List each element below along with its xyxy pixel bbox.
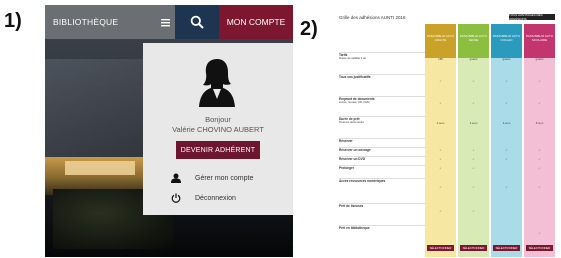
grid-cell: ✓ [505,79,508,84]
grid-cell [491,165,522,172]
mobile-site-panel: BIBLIOTHÈQUE MON COMPTE Bonjour Valérie … [45,5,293,257]
account-dropdown: Bonjour Valérie CHOVINO AUBERT DEVENIR A… [143,43,293,215]
grid-cell: ✓ [538,165,541,170]
grid-row-label: Durée de prêt Tous les documents [339,116,425,125]
grid-cell: gratuit [502,57,511,62]
grid-cell: ✓ [472,101,475,106]
membership-column: PASS BIBLIO ACTU SCOLAIRE gratuit ✓ ✓ 8 sem ✓… [524,24,555,257]
search-icon[interactable] [175,5,219,39]
grid-row-sublabel: Tous les documents [339,120,364,125]
grid-row-label: Accès ressources numériques [339,178,425,183]
select-membership-button[interactable]: SÉLECTIONNER [427,245,454,251]
grid-row-label-text: Accès ressources numériques [339,179,386,183]
grid-cell: ✓ [439,165,442,170]
grid-cell [458,225,489,243]
membership-column: PASS BIBLIO ACTU ADULTE 15€ ✓ ✓ 4 sem ✓ ✓ ✓ ✓ ✓ SÉ… [425,24,456,257]
all-benefits-button[interactable]: TOUS AVANTAGES DES ADHÉSIONS [509,13,555,21]
grid-cell: ✓ [472,209,475,214]
grid-cell [458,138,489,145]
grid-cell: ✓ [439,79,442,84]
step-label-1: 1) [4,10,22,32]
grid-cell: ✓ [439,209,442,214]
grid-cell [491,225,522,243]
user-silhouette-icon [197,55,237,107]
logout-link[interactable]: Déconnexion [171,191,236,205]
grid-row-label: Prêt en bibliothèque [339,225,425,230]
grid-cell: ✓ [439,101,442,106]
membership-column: PASS BIBLIO ACTU COLLEC gratuit ✓ ✓ 6 sem ✓ ✓ ✓… [491,24,522,257]
grid-cell: gratuit [469,57,478,62]
grid-row-label: Réserver [339,138,425,143]
select-membership-button[interactable]: SÉLECTIONNER [460,245,487,251]
grid-cell: ✓ [505,156,508,161]
grid-cell [524,203,555,221]
logout-label: Déconnexion [195,194,236,202]
grid-row-label: Prêt de liseuses [339,203,425,208]
grid-row-label: Tarifs Durée de validité 1 an [339,52,425,61]
grid-row-sublabel: Livres, revues, CD, DVD [339,100,370,105]
grid-row-label-text: Réserver un DVD [339,157,366,161]
grid-row-label-text: Prêt de liseuses [339,204,364,208]
grid-cell: ✓ [505,147,508,152]
top-navigation-bar: BIBLIOTHÈQUE MON COMPTE [45,5,293,39]
grid-cell: ✓ [472,156,475,161]
grid-cell [425,138,456,145]
step-label-2: 2) [300,18,318,40]
grid-cell: ✓ [538,185,541,190]
screenshot-canvas: 1) 2) BIBLIOTHÈQUE MON COMPTE Bonjour Va… [0,0,561,258]
grid-cell [425,225,456,243]
grid-cell [491,203,522,221]
grid-row-label: Réserver un DVD [339,156,425,161]
grid-cell: ✓ [472,147,475,152]
grid-cell: 15€ [438,57,443,62]
grid-cell: 4 sem [469,121,478,126]
grid-cell: ✓ [538,147,541,152]
grid-row-label: Tous vos justificatifs [339,74,425,79]
grid-cell [524,138,555,145]
grid-cell: ✓ [505,101,508,106]
my-account-button[interactable]: MON COMPTE [219,5,293,39]
grid-cell: 6 sem [502,121,511,126]
grid-cell: ✓ [538,79,541,84]
grid-row-label-text: Prolonger [339,166,355,170]
grid-row-label: Emprunt de documents Livres, revues, CD, … [339,96,425,105]
manage-account-label: Gérer mon compte [195,174,254,182]
grid-row-label-text: Réserver [339,139,353,143]
greeting-block: Bonjour Valérie CHOVINO AUBERT [143,115,293,135]
grid-cell: ✓ [472,79,475,84]
grid-row-sublabel: Durée de validité 1 an [339,56,367,61]
grid-cell: ✓ [505,185,508,190]
grid-row-label-text: Prêt en bibliothèque [339,226,370,230]
grid-cell: 4 sem [436,121,445,126]
bibliotheque-menu-button[interactable]: BIBLIOTHÈQUE [45,5,161,39]
grid-cell: ✓ [439,147,442,152]
grid-cell: gratuit [535,57,544,62]
grid-row-label-text: Réserver un ouvrage [339,148,371,152]
document-title: Grille des adhésions AUNTI 2016 [339,15,406,20]
person-icon [171,173,185,183]
membership-column: PASS BIBLIO ACTU JEUNE gratuit ✓ ✓ 4 sem ✓ ✓ ✓ ✓… [458,24,489,257]
user-name: Valérie CHOVINO AUBERT [172,125,264,134]
grid-cell [491,138,522,145]
select-membership-button[interactable]: SÉLECTIONNER [526,245,553,251]
power-icon [171,193,185,203]
manage-account-link[interactable]: Gérer mon compte [171,171,253,185]
hamburger-icon[interactable] [161,5,175,39]
select-membership-button[interactable]: SÉLECTIONNER [493,245,520,251]
grid-cell: ✓ [538,156,541,161]
grid-row-label: Prolonger [339,165,425,170]
become-member-button[interactable]: DEVENIR ADHÉRENT [176,141,260,159]
grid-cell: 8 sem [535,121,544,126]
grid-cell: ✓ [439,156,442,161]
grid-cell: ✓ [439,185,442,190]
greeting-text: Bonjour [205,115,231,124]
grid-cell: ✓ [538,101,541,106]
grid-cell: ✓ [538,231,541,236]
grid-cell: ✓ [472,165,475,170]
membership-grid-document: Grille des adhésions AUNTI 2016 TOUS AVA… [335,12,557,257]
grid-cell: ✓ [472,185,475,190]
grid-row-label-text: Tous vos justificatifs [339,75,371,79]
grid-row-label: Réserver un ouvrage [339,147,425,152]
